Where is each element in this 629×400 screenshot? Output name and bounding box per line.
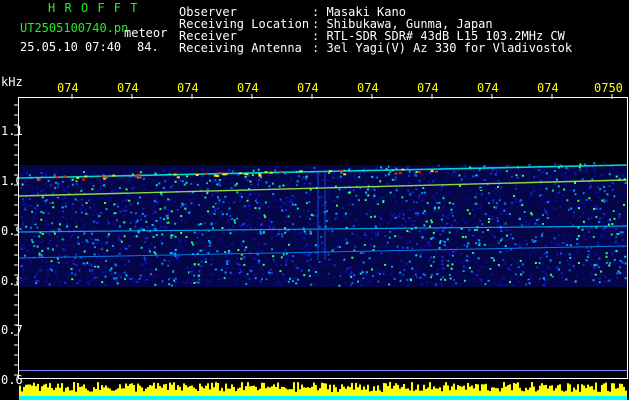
plot-frame bbox=[18, 97, 628, 379]
signal-baseline bbox=[19, 396, 627, 400]
